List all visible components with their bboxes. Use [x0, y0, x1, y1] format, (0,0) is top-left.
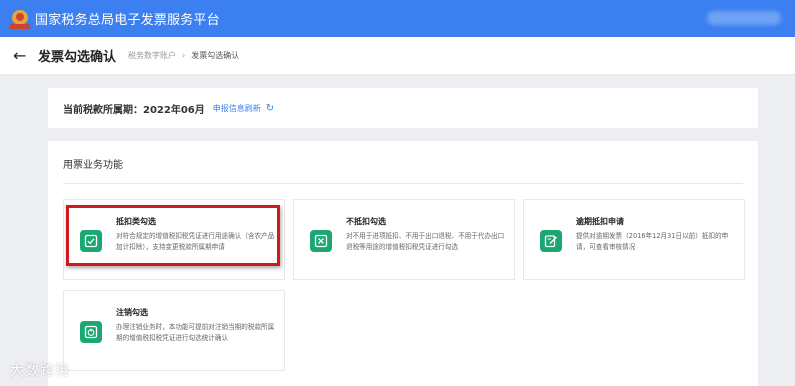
card-title: 抵扣类勾选 [116, 217, 156, 226]
functions-title: 用票业务功能 [63, 160, 123, 171]
invoice-check-icon [80, 230, 102, 252]
card-overdue-deduction-apply[interactable]: 逾期抵扣申请 提供对逾期发票（2016年12月31日以前）抵扣的申请，可查看审核… [523, 199, 745, 280]
card-non-deductible-check[interactable]: 不抵扣勾选 对不用于进项抵扣、不用于出口退税、不用于代办出口退税等用途的增值税扣… [293, 199, 515, 280]
app-title: 国家税务总局电子发票服务平台 [35, 13, 220, 28]
card-description: 对不用于进项抵扣、不用于出口退税、不用于代办出口退税等用途的增值税扣税凭证进行勾… [346, 232, 505, 251]
card-cancellation-check[interactable]: 注销勾选 办理注销业务时，本功能可提前对注销当期的税款所属期的增值税扣税凭证进行… [63, 290, 285, 371]
back-arrow-icon[interactable]: ← [13, 46, 31, 65]
card-deductible-check[interactable]: 抵扣类勾选 对符合规定的增值税扣税凭证进行用途确认（含农产品加计扣除），支持变更… [63, 199, 285, 280]
card-title: 注销勾选 [116, 308, 148, 317]
invoice-cross-icon [310, 230, 332, 252]
card-description: 对符合规定的增值税扣税凭证进行用途确认（含农产品加计扣除），支持变更税款所属期申… [116, 232, 275, 251]
breadcrumb-root[interactable]: 税务数字账户 [128, 50, 176, 61]
card-title: 不抵扣勾选 [346, 217, 386, 226]
user-account-blurred[interactable] [707, 11, 781, 25]
functions-panel: 用票业务功能 抵扣类勾选 对符合规定的增值税扣税凭证进行用途确认（含农产品加计扣… [48, 141, 758, 386]
tax-period-label: 当前税款所属期：2022年06月 [63, 104, 205, 116]
tax-emblem-logo [10, 9, 30, 29]
tax-period-panel: 当前税款所属期：2022年06月 申报信息刷新 ↻ [48, 88, 758, 128]
card-description: 提供对逾期发票（2016年12月31日以前）抵扣的申请，可查看审核情况 [576, 232, 729, 251]
page-title: 发票勾选确认 [38, 50, 117, 65]
refresh-declaration-link[interactable]: 申报信息刷新 [213, 103, 261, 114]
card-title: 逾期抵扣申请 [576, 217, 624, 226]
cancel-check-icon [80, 321, 102, 343]
watermark: 大数跨境 [10, 363, 70, 379]
card-description: 办理注销业务时，本功能可提前对注销当期的税款所属期的增值税扣税凭证进行勾选统计确… [116, 323, 275, 342]
edit-form-icon [540, 230, 562, 252]
page-header: ← 发票勾选确认 税务数字账户 › 发票勾选确认 [0, 37, 795, 75]
divider [63, 183, 743, 184]
refresh-icon[interactable]: ↻ [266, 103, 274, 114]
breadcrumb-separator-icon: › [182, 51, 186, 60]
top-bar: 国家税务总局电子发票服务平台 [0, 0, 795, 37]
breadcrumb-current: 发票勾选确认 [191, 51, 240, 60]
